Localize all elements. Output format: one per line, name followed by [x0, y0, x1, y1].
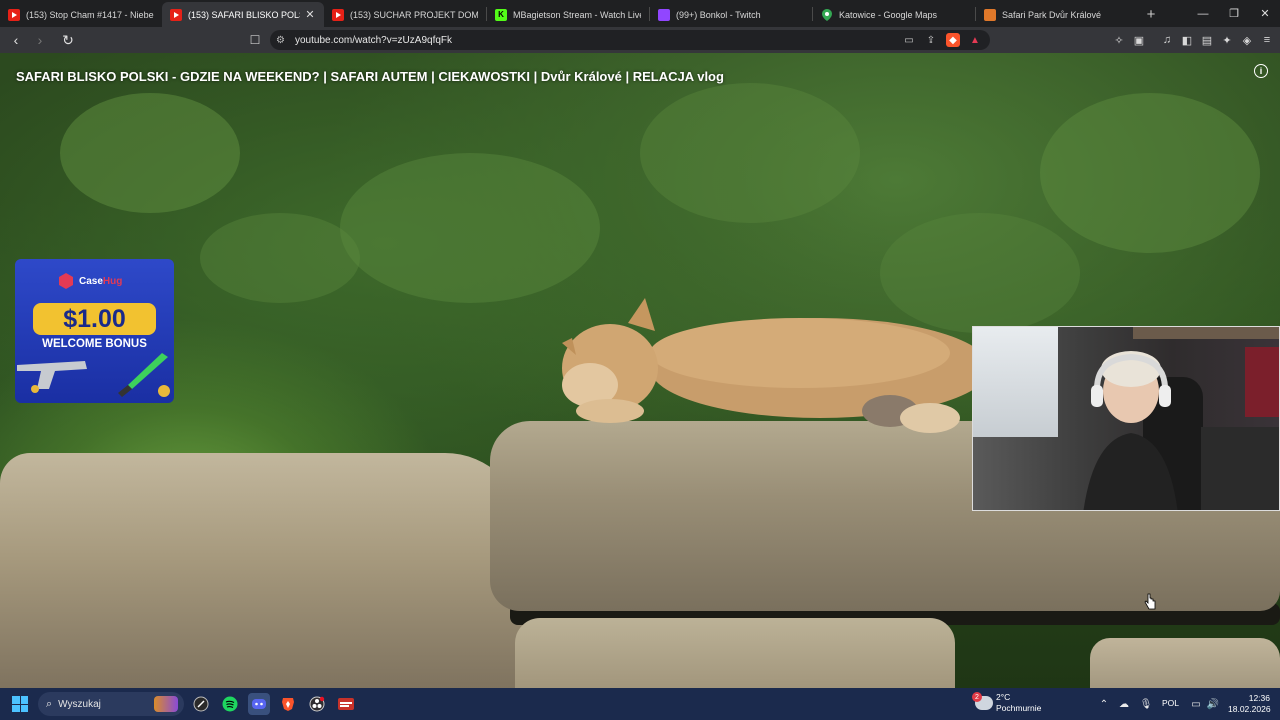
tab-title: (153) SAFARI BLISKO POLSKI - G — [188, 9, 300, 20]
search-icon: ⌕ — [46, 697, 53, 710]
tab-google-maps[interactable]: Katowice - Google Maps — [813, 2, 975, 27]
minimize-button[interactable]: — — [1187, 0, 1219, 27]
bookmark-icon[interactable]: ☐ — [247, 31, 263, 49]
video-player[interactable]: SAFARI BLISKO POLSKI - GDZIE NA WEEKEND?… — [0, 53, 1280, 688]
youtube-icon — [170, 8, 182, 21]
tab-title: Safari Park Dvůr Králové — [1002, 9, 1102, 20]
tab-safari-blisko-polski[interactable]: (153) SAFARI BLISKO POLSKI - G ✕ — [162, 2, 324, 27]
weather-text: 2°C Pochmurnie — [996, 692, 1041, 714]
site-info-icon[interactable]: ⚙ — [276, 35, 290, 46]
tab-mbagietson-stream[interactable]: K MBagietson Stream - Watch Live on — [487, 2, 649, 27]
webcam-desk — [1201, 427, 1279, 510]
weather-widget[interactable]: 2 2°C Pochmurnie — [972, 692, 1041, 714]
windows-start-icon[interactable] — [12, 696, 28, 712]
volume-icon[interactable]: 🔊 — [1206, 697, 1220, 711]
onedrive-icon[interactable]: ☁ — [1117, 697, 1131, 711]
reload-button[interactable]: ↻ — [58, 30, 78, 50]
vpn-icon[interactable]: ◈ — [1240, 32, 1254, 48]
tab-safari-park[interactable]: Safari Park Dvůr Králové — [976, 2, 1138, 27]
rock-lower — [515, 618, 955, 688]
sidebar-icon[interactable]: ◧ — [1180, 32, 1194, 48]
info-icon[interactable]: i — [1254, 64, 1268, 78]
video-title: SAFARI BLISKO POLSKI - GDZIE NA WEEKEND?… — [16, 69, 724, 84]
search-label: Wyszukaj — [58, 698, 101, 710]
rock-left — [0, 453, 525, 688]
forward-button[interactable]: › — [30, 30, 50, 50]
ad-brand-suffix: Hug — [102, 275, 123, 287]
obs-icon[interactable] — [306, 693, 328, 715]
ad-bonus-text: WELCOME BONUS — [42, 338, 147, 350]
back-button[interactable]: ‹ — [6, 30, 26, 50]
tab-title: (153) SUCHAR PROJEKT DOMINATO — [350, 9, 478, 20]
brave-browser-icon[interactable] — [277, 693, 299, 715]
youtube-icon — [332, 8, 344, 21]
search-highlight-icon — [154, 696, 178, 712]
ad-banner[interactable]: Case Hug $1.00 WELCOME BONUS — [15, 259, 174, 403]
webcam-shelf — [1133, 327, 1279, 339]
wallet-icon[interactable]: ▤ — [1200, 32, 1214, 48]
chevron-up-icon[interactable]: ⌃ — [1097, 697, 1111, 711]
windows-taskbar: ⌕ Wyszukaj 2 2°C Pochmurnie ⌃ ☁ 🎙 POL ▭ … — [0, 688, 1280, 720]
youtube-icon — [8, 8, 20, 21]
knife-icon — [118, 353, 170, 397]
network-icon[interactable]: ▭ — [1189, 697, 1203, 711]
webcam-overlay — [972, 326, 1280, 511]
weather-badge: 2 — [972, 692, 982, 702]
maps-pin-icon — [821, 8, 833, 21]
tab-title: (153) Stop Cham #1417 - Niebezpiec — [26, 9, 154, 20]
cast-icon[interactable]: ▭ — [902, 33, 916, 47]
casehug-logo-icon — [59, 273, 73, 289]
tab-title: (99+) Bonkol - Twitch — [676, 9, 761, 20]
weather-temp: 2°C — [996, 692, 1011, 702]
weather-desc: Pochmurnie — [996, 703, 1042, 713]
brave-rewards-icon[interactable]: ▲ — [968, 33, 982, 47]
tab-title: Katowice - Google Maps — [839, 9, 938, 20]
twitch-icon — [658, 8, 670, 21]
rock-right — [1090, 638, 1280, 688]
tab-search-icon[interactable]: ▣ — [1132, 32, 1146, 48]
close-window-button[interactable]: ✕ — [1249, 0, 1280, 27]
leo-ai-icon[interactable]: ✦ — [1220, 32, 1234, 48]
site-icon — [984, 8, 996, 21]
language-indicator[interactable]: POL — [1162, 698, 1179, 708]
clock-date: 18.02.2026 — [1228, 704, 1271, 714]
tab-title: MBagietson Stream - Watch Live on — [513, 9, 641, 20]
webcam-poster — [1245, 347, 1279, 417]
lion-image — [562, 298, 980, 433]
new-tab-button[interactable]: + — [1138, 2, 1164, 27]
menu-icon[interactable]: ≡ — [1260, 32, 1274, 48]
address-bar-actions: ▭ ⇪ ◆ ▲ — [902, 33, 982, 47]
restore-button[interactable]: ❐ — [1218, 0, 1250, 27]
browser-toolbar: ‹ › ↻ ☐ ⚙ youtube.com/watch?v=zUzA9qfqFk… — [0, 27, 1280, 53]
ad-amount: $1.00 — [33, 303, 156, 335]
tab-stop-cham[interactable]: (153) Stop Cham #1417 - Niebezpiec — [0, 2, 162, 27]
ad-brand-prefix: Case — [79, 275, 103, 287]
clock-time: 12:36 — [1248, 693, 1270, 703]
webcam-window — [973, 327, 1058, 437]
system-clock[interactable]: 12:36 18.02.2026 — [1228, 693, 1271, 715]
streamer-image — [1083, 351, 1178, 510]
tab-strip: (153) Stop Cham #1417 - Niebezpiec (153)… — [0, 0, 1280, 27]
tab-bonkol-twitch[interactable]: (99+) Bonkol - Twitch — [650, 2, 812, 27]
url-text: youtube.com/watch?v=zUzA9qfqFk — [295, 34, 453, 46]
microphone-icon[interactable]: 🎙 — [1139, 697, 1153, 711]
taskbar-search[interactable]: ⌕ Wyszukaj — [38, 692, 184, 716]
close-tab-icon[interactable]: ✕ — [304, 8, 316, 21]
pistol-icon — [17, 361, 87, 393]
discord-icon[interactable] — [248, 693, 270, 715]
share-icon[interactable]: ⇪ — [924, 33, 938, 47]
cloud-icon: 2 — [972, 692, 993, 710]
spotify-icon[interactable] — [219, 693, 241, 715]
streaming-app-icon[interactable] — [335, 693, 357, 715]
ad-logo: Case Hug — [59, 273, 122, 289]
address-bar[interactable]: ⚙ youtube.com/watch?v=zUzA9qfqFk ▭ ⇪ ◆ ▲ — [270, 30, 990, 50]
extension-icons: ✧ ▣ ♫ ◧ ▤ ✦ ◈ ≡ — [1112, 32, 1274, 48]
hand-cursor-icon — [1144, 593, 1156, 610]
tab-suchar-projekt[interactable]: (153) SUCHAR PROJEKT DOMINATO — [324, 2, 486, 27]
media-icon[interactable]: ♫ — [1160, 32, 1174, 48]
camera-app-icon[interactable] — [190, 693, 212, 715]
kick-icon: K — [495, 8, 507, 21]
extensions-icon[interactable]: ✧ — [1112, 32, 1126, 48]
brave-shield-icon[interactable]: ◆ — [946, 33, 960, 47]
